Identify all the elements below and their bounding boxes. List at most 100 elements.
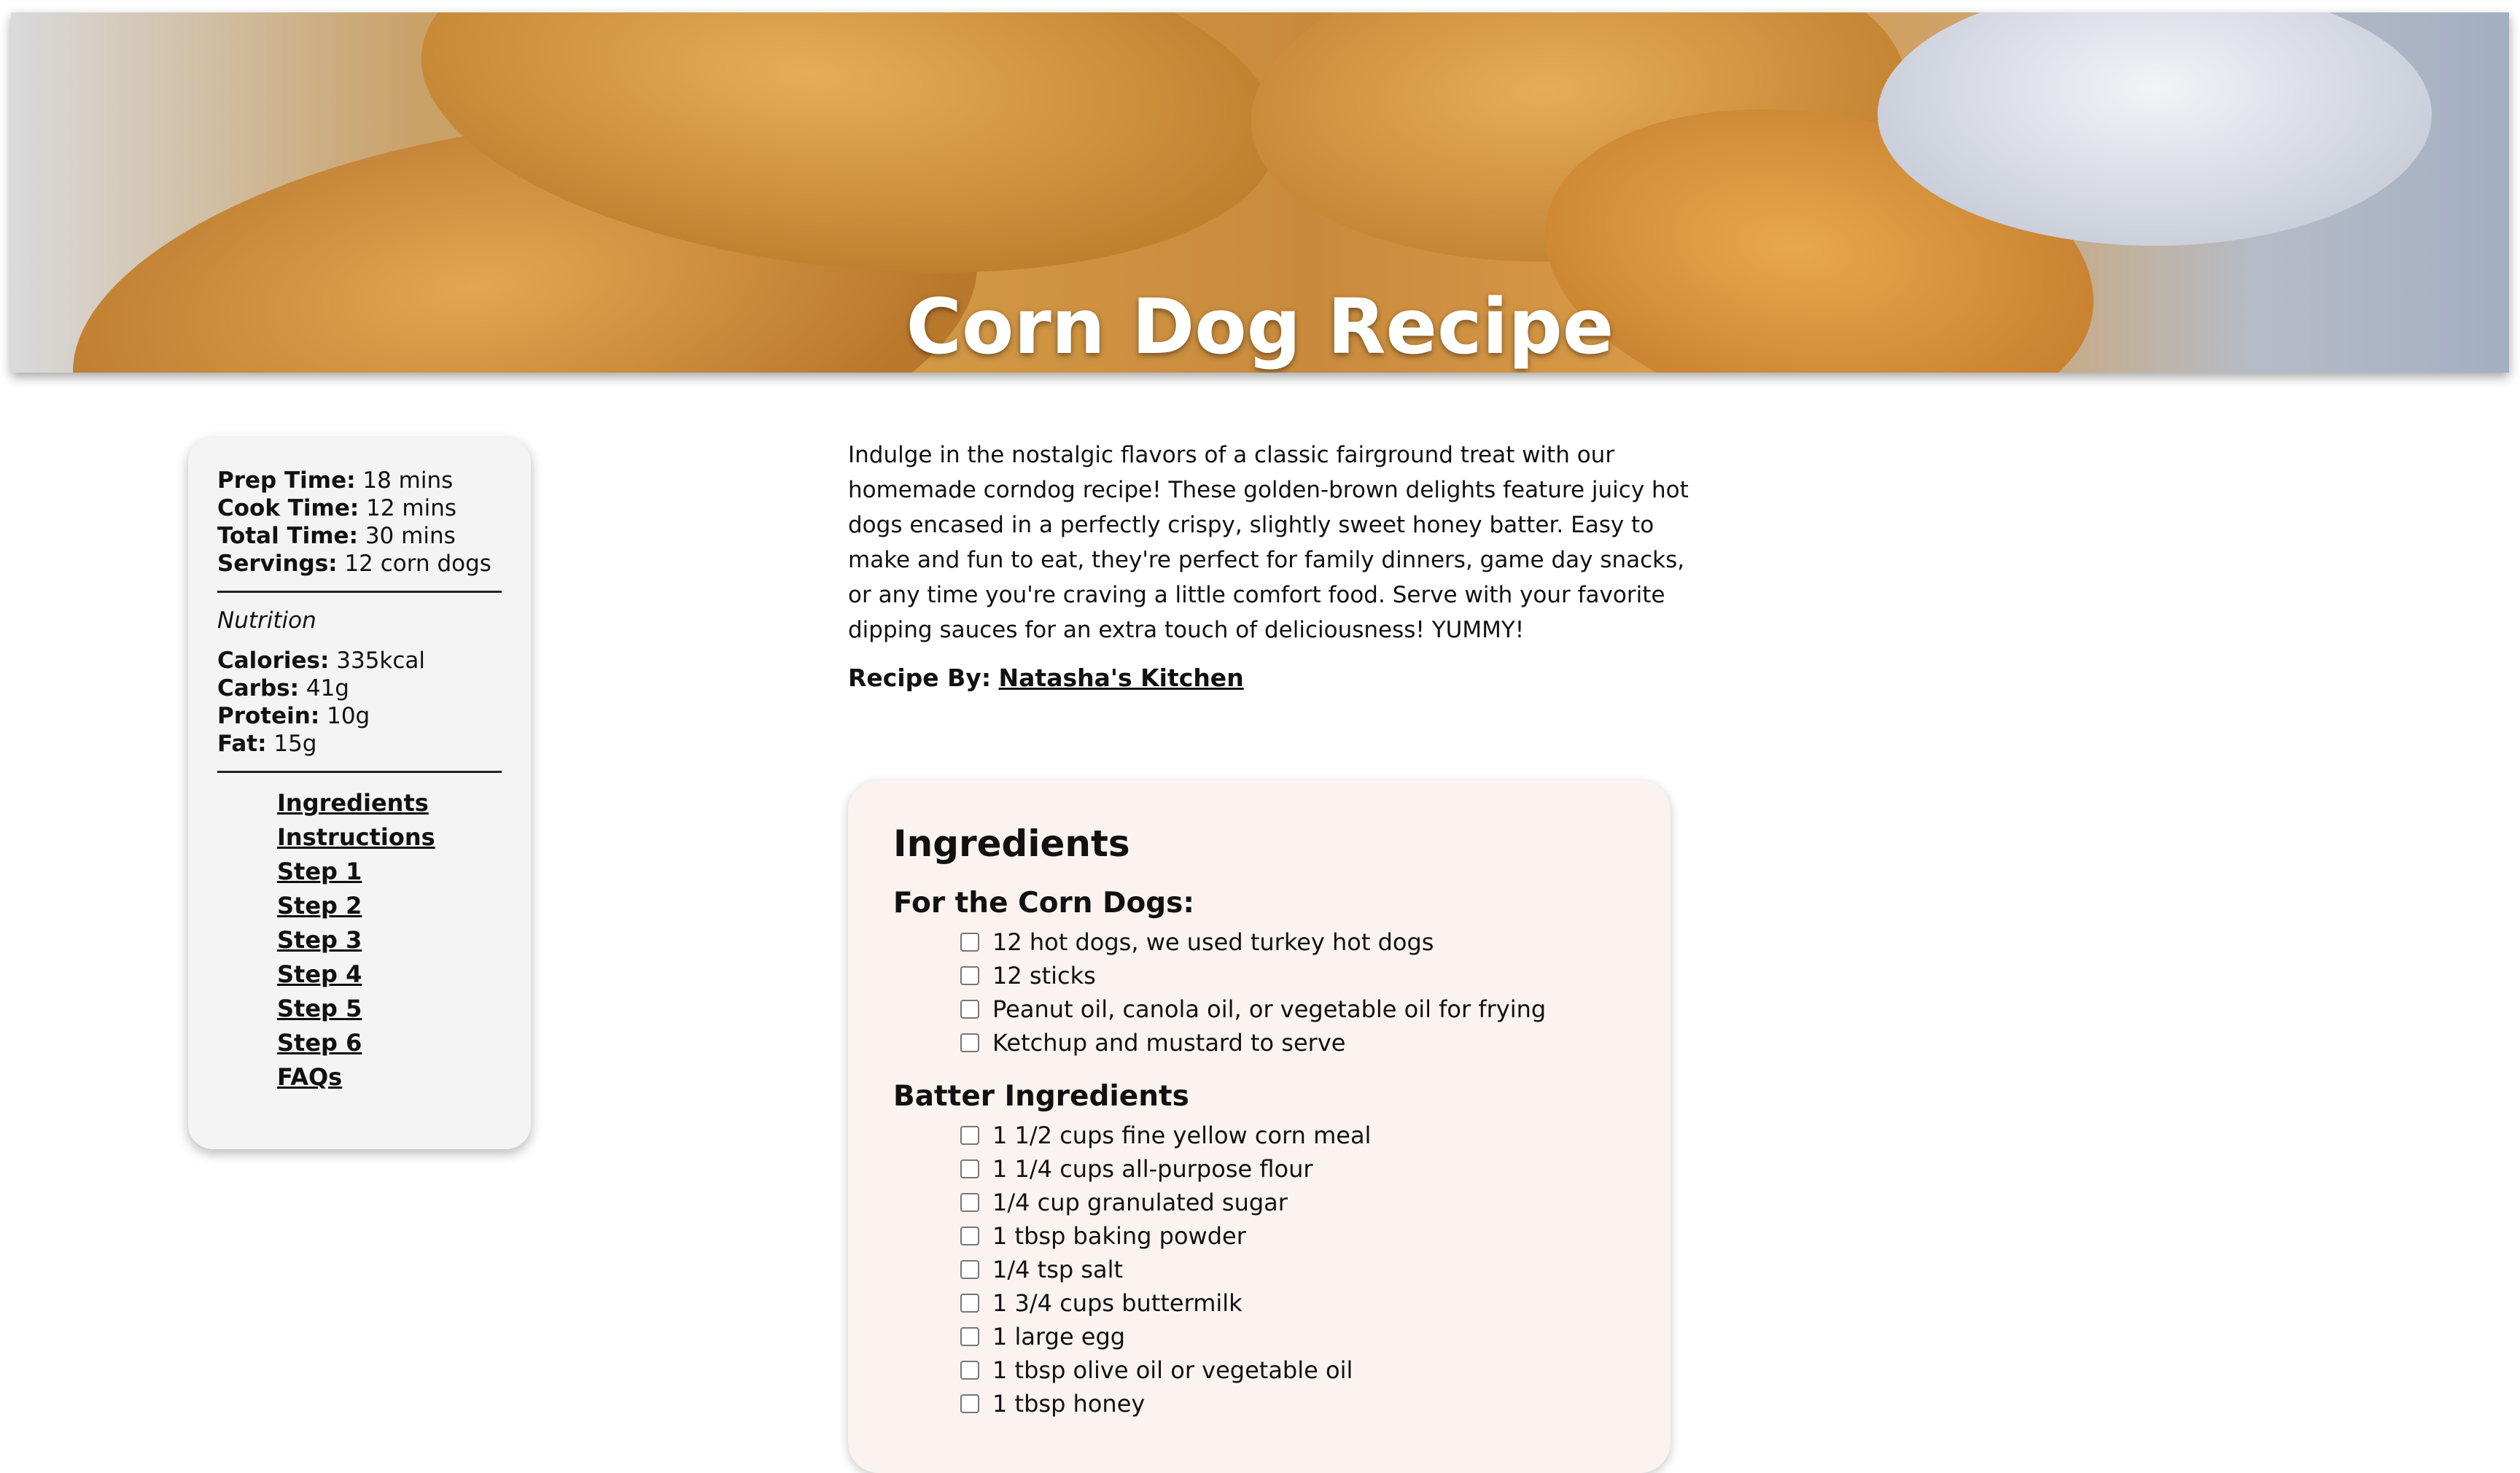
info-value: 18 mins bbox=[355, 467, 454, 494]
ingredient-sections: For the Corn Dogs: 12 hot dogs, we used t… bbox=[893, 887, 1625, 1420]
toc-link-ingredients[interactable]: Ingredients bbox=[277, 789, 429, 817]
info-row: Calories: 335kcal bbox=[217, 647, 502, 675]
info-row: Total Time: 30 mins bbox=[217, 522, 502, 550]
toc-item: FAQs bbox=[277, 1060, 502, 1095]
info-label: Carbs: bbox=[217, 675, 299, 701]
ingredient-item: 1 1/2 cups fine yellow corn meal bbox=[960, 1119, 1625, 1152]
recipe-source-link[interactable]: Natasha's Kitchen bbox=[999, 664, 1244, 692]
info-label: Total Time: bbox=[217, 523, 358, 549]
ingredient-text: 1 3/4 cups buttermilk bbox=[992, 1289, 1242, 1317]
nutrition-heading: Nutrition bbox=[217, 607, 316, 634]
ingredient-item: 1/4 tsp salt bbox=[960, 1253, 1625, 1286]
info-value: 41g bbox=[299, 675, 349, 701]
info-row: Protein: 10g bbox=[217, 702, 502, 730]
info-row: Carbs: 41g bbox=[217, 675, 502, 702]
toc-item: Step 4 bbox=[277, 957, 502, 992]
ingredient-checkbox[interactable] bbox=[960, 966, 979, 985]
ingredient-text: 1/4 cup granulated sugar bbox=[992, 1189, 1288, 1216]
ingredients-title: Ingredients bbox=[893, 823, 1130, 865]
ingredient-checkbox[interactable] bbox=[960, 1260, 979, 1279]
ingredient-item: 12 sticks bbox=[960, 959, 1625, 992]
info-value: 15g bbox=[266, 731, 317, 757]
toc-link-step-3[interactable]: Step 3 bbox=[277, 926, 362, 954]
toc-link-step-1[interactable]: Step 1 bbox=[277, 858, 362, 885]
recipe-credit: Recipe By: Natasha's Kitchen bbox=[848, 664, 1708, 692]
ingredient-item: 1 3/4 cups buttermilk bbox=[960, 1286, 1625, 1320]
toc-link-instructions[interactable]: Instructions bbox=[277, 823, 435, 851]
ingredient-checkbox[interactable] bbox=[960, 1294, 979, 1313]
nutrition-info: Calories: 335kcal Carbs: 41g Protein: 10g F… bbox=[217, 647, 502, 758]
ingredient-section-heading: For the Corn Dogs: bbox=[893, 887, 1194, 920]
ingredient-text: Ketchup and mustard to serve bbox=[992, 1029, 1346, 1057]
ingredient-text: 1 tbsp olive oil or vegetable oil bbox=[992, 1356, 1353, 1384]
divider bbox=[217, 591, 502, 593]
info-row: Prep Time: 18 mins bbox=[217, 467, 502, 494]
info-value: 12 mins bbox=[359, 495, 457, 521]
ingredient-checkbox[interactable] bbox=[960, 1327, 979, 1346]
toc-item: Ingredients bbox=[277, 786, 502, 820]
recipe-intro: Indulge in the nostalgic flavors of a cl… bbox=[848, 438, 1708, 692]
toc-link-step-6[interactable]: Step 6 bbox=[277, 1029, 362, 1057]
info-row: Servings: 12 corn dogs bbox=[217, 550, 502, 578]
ingredients-card: Ingredients For the Corn Dogs: 12 hot dog… bbox=[848, 780, 1671, 1473]
ingredient-item: 1 tbsp honey bbox=[960, 1387, 1625, 1420]
ingredient-checkbox[interactable] bbox=[960, 933, 979, 952]
ingredient-item: 1 tbsp olive oil or vegetable oil bbox=[960, 1353, 1625, 1387]
info-label: Servings: bbox=[217, 551, 338, 577]
ingredient-checkbox[interactable] bbox=[960, 1361, 979, 1380]
ingredient-list: 1 1/2 cups fine yellow corn meal 1 1/4 cu… bbox=[893, 1119, 1625, 1420]
info-row: Fat: 15g bbox=[217, 730, 502, 758]
intro-paragraph: Indulge in the nostalgic flavors of a cl… bbox=[848, 442, 1689, 643]
ingredient-checkbox[interactable] bbox=[960, 1126, 979, 1145]
ingredient-checkbox[interactable] bbox=[960, 1159, 979, 1178]
ingredient-checkbox[interactable] bbox=[960, 1000, 979, 1019]
info-value: 12 corn dogs bbox=[337, 551, 491, 577]
ingredient-item: Ketchup and mustard to serve bbox=[960, 1026, 1625, 1060]
toc-item: Step 2 bbox=[277, 889, 502, 923]
divider bbox=[217, 771, 502, 773]
info-label: Protein: bbox=[217, 703, 320, 729]
ingredient-item: 1 tbsp baking powder bbox=[960, 1219, 1625, 1253]
info-value: 335kcal bbox=[329, 648, 426, 674]
toc-item: Step 3 bbox=[277, 923, 502, 957]
table-of-contents: Ingredients Instructions Step 1 Step 2 Step … bbox=[217, 786, 502, 1095]
info-row: Cook Time: 12 mins bbox=[217, 494, 502, 522]
ingredient-item: 1 1/4 cups all-purpose flour bbox=[960, 1152, 1625, 1186]
info-label: Prep Time: bbox=[217, 467, 356, 494]
ingredient-item: 1/4 cup granulated sugar bbox=[960, 1186, 1625, 1219]
toc-item: Step 5 bbox=[277, 992, 502, 1026]
ingredient-checkbox[interactable] bbox=[960, 1227, 979, 1245]
ingredient-text: 1 tbsp baking powder bbox=[992, 1222, 1246, 1250]
ingredient-item: Peanut oil, canola oil, or vegetable oil… bbox=[960, 992, 1625, 1026]
ingredient-text: 1 large egg bbox=[992, 1323, 1126, 1350]
info-label: Fat: bbox=[217, 731, 267, 757]
recipe-summary-card: Prep Time: 18 mins Cook Time: 12 mins Tota… bbox=[188, 438, 531, 1149]
ingredient-checkbox[interactable] bbox=[960, 1193, 979, 1212]
ingredient-section-heading: Batter Ingredients bbox=[893, 1080, 1189, 1113]
ingredient-item: 12 hot dogs, we used turkey hot dogs bbox=[960, 925, 1625, 959]
info-value: 10g bbox=[319, 703, 370, 729]
ingredient-list: 12 hot dogs, we used turkey hot dogs 12 s… bbox=[893, 925, 1625, 1060]
page-title: Corn Dog Recipe bbox=[906, 281, 1614, 371]
toc-item: Instructions bbox=[277, 820, 502, 855]
toc-item: Step 1 bbox=[277, 855, 502, 889]
toc-link-step-2[interactable]: Step 2 bbox=[277, 892, 362, 920]
time-info: Prep Time: 18 mins Cook Time: 12 mins Tota… bbox=[217, 467, 502, 578]
toc-link-step-4[interactable]: Step 4 bbox=[277, 960, 362, 988]
recipe-by-label: Recipe By: bbox=[848, 664, 992, 692]
info-label: Cook Time: bbox=[217, 495, 359, 521]
ingredient-text: Peanut oil, canola oil, or vegetable oil… bbox=[992, 995, 1547, 1023]
ingredient-item: 1 large egg bbox=[960, 1320, 1625, 1353]
ingredient-checkbox[interactable] bbox=[960, 1394, 979, 1413]
ingredient-checkbox[interactable] bbox=[960, 1033, 979, 1052]
ingredient-text: 1 tbsp honey bbox=[992, 1390, 1146, 1418]
ingredient-text: 1 1/4 cups all-purpose flour bbox=[992, 1155, 1313, 1183]
ingredient-text: 1/4 tsp salt bbox=[992, 1256, 1124, 1283]
toc-link-faqs[interactable]: FAQs bbox=[277, 1063, 342, 1091]
info-label: Calories: bbox=[217, 648, 330, 674]
ingredient-text: 1 1/2 cups fine yellow corn meal bbox=[992, 1122, 1372, 1149]
toc-link-step-5[interactable]: Step 5 bbox=[277, 995, 362, 1022]
info-value: 30 mins bbox=[357, 523, 456, 549]
hero-banner: Corn Dog Recipe bbox=[11, 12, 2509, 373]
ingredient-text: 12 sticks bbox=[992, 962, 1096, 990]
